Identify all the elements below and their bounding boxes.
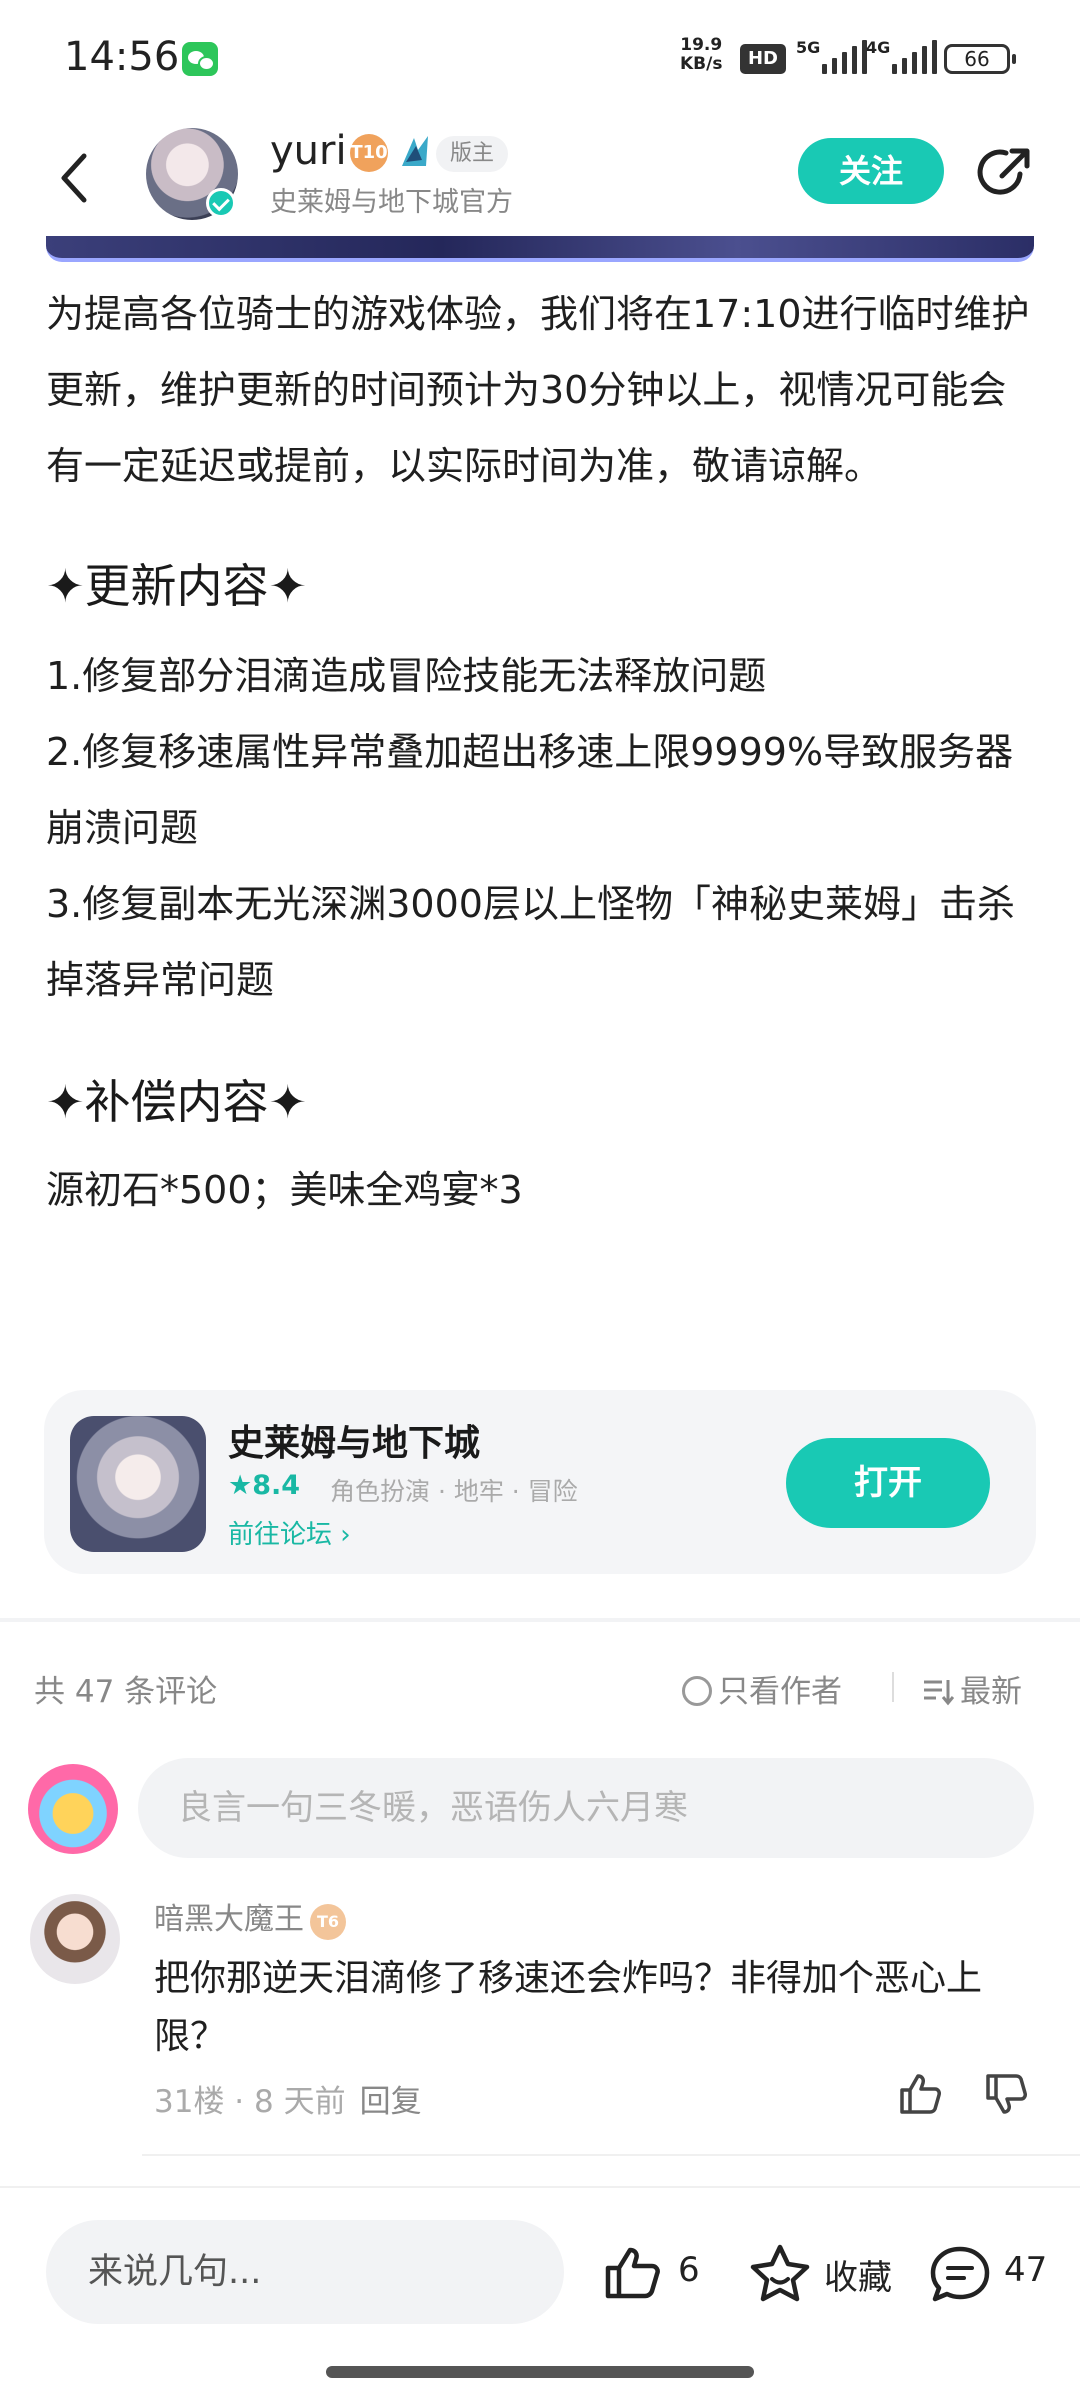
post-header: yuri T10 版主 史莱姆与地下城官方 关注 [0, 118, 1080, 240]
commenter-level-badge: T6 [310, 1904, 346, 1940]
bottom-action-bar: 来说几句... 6 收藏 47 [0, 2186, 1080, 2400]
commenter-username: 暗黑大魔王 [154, 1902, 304, 1937]
update-item: 3.修复副本无光深渊3000层以上怪物「神秘史莱姆」击杀掉落异常问题 [46, 882, 1015, 1002]
game-rating: ★8.4 [228, 1470, 301, 1501]
game-tags: 角色扮演 · 地牢 · 冒险 [330, 1477, 578, 1506]
share-icon[interactable] [976, 144, 1034, 202]
compensation-section-title: ✦补偿内容✦ [46, 1075, 308, 1129]
network-speed-value: 19.9 [680, 35, 723, 55]
thumbs-down-icon[interactable] [982, 2070, 1030, 2118]
home-indicator[interactable] [326, 2366, 754, 2378]
only-author-label: 只看作者 [718, 1674, 842, 1710]
comment-count: 共 47 条评论 [34, 1674, 218, 1710]
network-speed-unit: KB/s [680, 54, 723, 74]
commenter-name[interactable]: 暗黑大魔王 T6 [154, 1894, 346, 1940]
comment-text: 把你那逆天泪滴修了移速还会炸吗？非得加个恶心上限？ [154, 1958, 983, 2057]
my-avatar [28, 1764, 118, 1854]
radio-icon [682, 1676, 712, 1706]
battery-icon: 66 [944, 44, 1016, 74]
signal-5g-label: 5G [796, 38, 821, 57]
forum-link[interactable]: 前往论坛 › [228, 1514, 351, 1551]
medal-icon [402, 136, 428, 166]
level-badge: T10 [350, 134, 388, 172]
signal-4g-label: 4G [866, 38, 891, 57]
favorite-star-icon[interactable] [748, 2242, 812, 2304]
comment-input[interactable]: 良言一句三冬暖，恶语伤人六月寒 [138, 1758, 1034, 1858]
game-name: 史莱姆与地下城 [228, 1423, 481, 1464]
game-card[interactable]: 史莱姆与地下城 ★8.4 角色扮演 · 地牢 · 冒险 前往论坛 › 打开 [44, 1390, 1036, 1574]
update-list: 1.修复部分泪滴造成冒险技能无法释放问题 2.修复移速属性异常叠加超出移速上限9… [46, 638, 1036, 1018]
author-subtitle: 史莱姆与地下城官方 [270, 187, 513, 218]
comment-total: 47 [1004, 2250, 1048, 2290]
sort-latest-button[interactable]: 最新 [922, 1666, 1022, 1711]
network-speed: 19.9 KB/s [680, 36, 722, 74]
sort-latest-label: 最新 [960, 1674, 1022, 1710]
update-section-title: ✦更新内容✦ [46, 559, 308, 613]
toolbar-separator [892, 1672, 894, 1702]
commenter-avatar[interactable] [30, 1894, 120, 1984]
game-icon [70, 1416, 206, 1552]
back-arrow-icon[interactable] [52, 148, 96, 208]
update-item: 1.修复部分泪滴造成冒险技能无法释放问题 [46, 654, 767, 698]
wechat-notification-icon [182, 42, 218, 76]
reply-input[interactable]: 来说几句... [46, 2220, 564, 2324]
sort-icon [924, 1680, 954, 1706]
follow-button[interactable]: 关注 [798, 138, 944, 204]
reply-button[interactable]: 回复 [360, 2084, 422, 2120]
intro-paragraph: 为提高各位骑士的游戏体验，我们将在17:10进行临时维护更新，维护更新的时间预计… [46, 292, 1030, 488]
section-divider [0, 1618, 1080, 1622]
status-time: 14:56 [64, 34, 180, 80]
update-item: 2.修复移速属性异常叠加超出移速上限9999%导致服务器崩溃问题 [46, 730, 1014, 850]
open-game-button[interactable]: 打开 [786, 1438, 990, 1528]
post-banner-image[interactable] [46, 236, 1034, 262]
only-author-toggle[interactable]: 只看作者 [682, 1666, 842, 1711]
hd-voice-icon: HD [740, 44, 786, 74]
comment-floor-time: 31楼 · 8 天前 [154, 2084, 346, 2120]
comment-divider [142, 2154, 1080, 2156]
comment-bubble-icon[interactable] [928, 2244, 992, 2304]
like-icon[interactable] [602, 2244, 664, 2302]
signal-4g-icon: 4G [866, 38, 946, 74]
signal-5g-icon: 5G [796, 38, 876, 74]
favorite-label[interactable]: 收藏 [824, 2250, 892, 2299]
moderator-badge: 版主 [436, 136, 509, 172]
author-name[interactable]: yuri [270, 128, 347, 174]
thumbs-up-icon[interactable] [896, 2070, 944, 2118]
comment-meta: 31楼 · 8 天前 回复 [154, 2076, 422, 2121]
post-body: 为提高各位骑士的游戏体验，我们将在17:10进行临时维护更新，维护更新的时间预计… [46, 276, 1036, 1228]
verified-icon [206, 188, 236, 218]
like-count: 6 [678, 2250, 700, 2290]
status-bar: 14:56 19.9 KB/s HD 5G 4G 66 [0, 0, 1080, 118]
compensation-text: 源初石*500；美味全鸡宴*3 [46, 1168, 523, 1212]
